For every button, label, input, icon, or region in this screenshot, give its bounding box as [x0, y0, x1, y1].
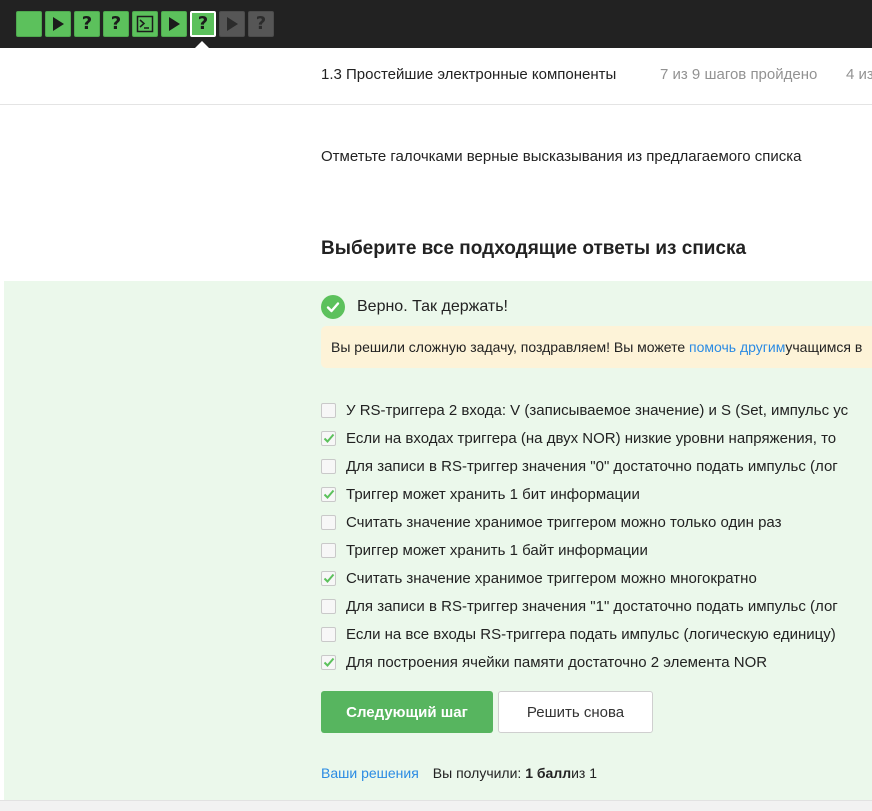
- option-label: Если на входах триггера (на двух NOR) ни…: [346, 429, 837, 447]
- question-icon: ?: [110, 13, 122, 34]
- option-4[interactable]: Триггер может хранить 1 бит информации: [321, 480, 872, 508]
- option-7[interactable]: Считать значение хранимое триггером можн…: [321, 564, 872, 592]
- checkbox[interactable]: [321, 654, 336, 670]
- option-6[interactable]: Триггер может хранить 1 байт информации: [321, 536, 872, 564]
- retry-button[interactable]: Решить снова: [498, 691, 653, 733]
- notice-text-tail: учащимся в: [785, 339, 863, 355]
- score-value: 1 балл: [525, 765, 572, 781]
- question-icon: ?: [255, 13, 267, 34]
- option-9[interactable]: Если на все входы RS-триггера подать имп…: [321, 620, 872, 648]
- step-3-button[interactable]: ?: [74, 11, 100, 37]
- checkmark-icon: [321, 295, 345, 319]
- step-2-button[interactable]: [45, 11, 71, 37]
- option-label: У RS-триггера 2 входа: V (записываемое з…: [346, 401, 849, 419]
- option-label: Считать значение хранимое триггером можн…: [346, 569, 757, 587]
- question-icon: ?: [197, 13, 209, 34]
- option-label: Триггер может хранить 1 байт информации: [346, 541, 648, 559]
- page-bottom-divider: [0, 800, 872, 811]
- checkbox[interactable]: [321, 458, 336, 474]
- option-label: Триггер может хранить 1 бит информации: [346, 485, 640, 503]
- option-8[interactable]: Для записи в RS-триггер значения "1" дос…: [321, 592, 872, 620]
- option-label: Для записи в RS-триггер значения "0" дос…: [346, 457, 838, 475]
- answer-panel: Верно. Так держать! Вы решили сложную за…: [4, 281, 872, 800]
- step-5-button[interactable]: [132, 11, 158, 37]
- task-prompt: Отметьте галочками верные высказывания и…: [321, 148, 802, 165]
- option-1[interactable]: У RS-триггера 2 входа: V (записываемое з…: [321, 396, 872, 424]
- play-icon: [169, 17, 180, 31]
- option-label: Для построения ячейки памяти достаточно …: [346, 653, 768, 671]
- verdict-text: Верно. Так держать!: [357, 298, 508, 315]
- checkmark-icon: [323, 489, 334, 499]
- congrats-notice: Вы решили сложную задачу, поздравляем! В…: [321, 326, 872, 368]
- score-prefix: Вы получили:: [432, 765, 522, 781]
- lesson-extra-progress: 4 из: [846, 66, 872, 83]
- step-8-button[interactable]: [219, 11, 245, 37]
- checkbox[interactable]: [321, 430, 336, 446]
- step-6-button[interactable]: [161, 11, 187, 37]
- option-label: Для записи в RS-триггер значения "1" дос…: [346, 597, 838, 615]
- your-solutions-link[interactable]: Ваши решения: [321, 765, 419, 781]
- step-7-button-current[interactable]: ?: [190, 11, 216, 37]
- task-heading: Выберите все подходящие ответы из списка: [321, 238, 747, 259]
- checkbox[interactable]: [321, 486, 336, 502]
- checkbox[interactable]: [321, 402, 336, 418]
- step-4-button[interactable]: ?: [103, 11, 129, 37]
- score-suffix: из 1: [571, 765, 598, 781]
- checkbox[interactable]: [321, 626, 336, 642]
- checkbox[interactable]: [321, 542, 336, 558]
- next-step-button[interactable]: Следующий шаг: [321, 691, 493, 733]
- option-label: Считать значение хранимое триггером можн…: [346, 513, 782, 531]
- checkmark-icon: [323, 433, 334, 443]
- checkbox[interactable]: [321, 598, 336, 614]
- checkmark-icon: [323, 573, 334, 583]
- notice-text: Вы решили сложную задачу, поздравляем! В…: [331, 339, 686, 355]
- lesson-title[interactable]: 1.3 Простейшие электронные компоненты: [321, 66, 616, 83]
- option-10[interactable]: Для построения ячейки памяти достаточно …: [321, 648, 872, 676]
- submission-footer: Ваши решения Вы получили: 1 балл из 1: [321, 765, 597, 781]
- terminal-icon: [136, 15, 154, 33]
- lesson-header: 1.3 Простейшие электронные компоненты 7 …: [0, 48, 872, 105]
- option-3[interactable]: Для записи в RS-триггер значения "0" дос…: [321, 452, 872, 480]
- step-9-button[interactable]: ?: [248, 11, 274, 37]
- step-navigation-bar: ? ? ? ?: [0, 0, 872, 49]
- help-others-link[interactable]: помочь другим: [689, 339, 785, 355]
- play-icon: [227, 17, 238, 31]
- checkbox[interactable]: [321, 514, 336, 530]
- option-2[interactable]: Если на входах триггера (на двух NOR) ни…: [321, 424, 872, 452]
- checkbox[interactable]: [321, 570, 336, 586]
- verdict: Верно. Так держать!: [321, 295, 508, 319]
- option-label: Если на все входы RS-триггера подать имп…: [346, 625, 836, 643]
- options-list: У RS-триггера 2 входа: V (записываемое з…: [321, 396, 872, 676]
- lesson-progress: 7 из 9 шагов пройдено: [660, 66, 818, 83]
- play-icon: [53, 17, 64, 31]
- step-1-button[interactable]: [16, 11, 42, 37]
- question-icon: ?: [81, 13, 93, 34]
- checkmark-icon: [323, 657, 334, 667]
- option-5[interactable]: Считать значение хранимое триггером можн…: [321, 508, 872, 536]
